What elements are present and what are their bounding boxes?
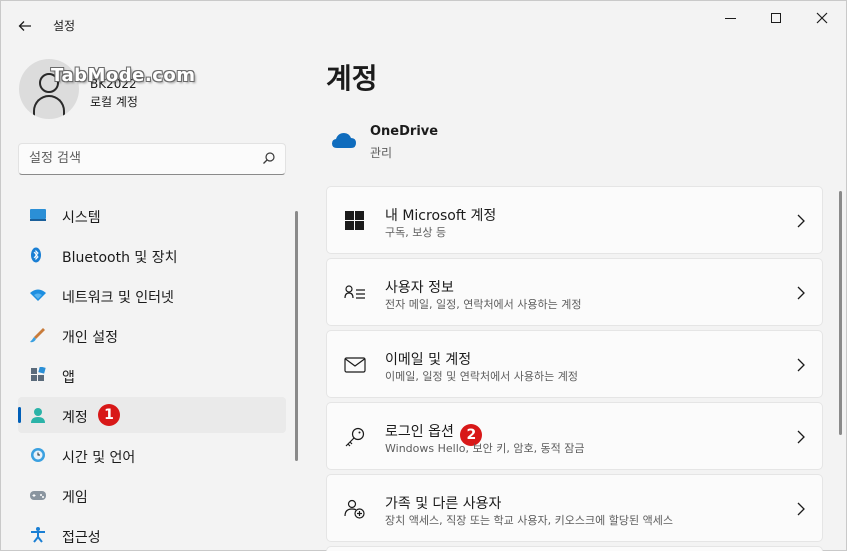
bluetooth-icon <box>31 247 41 263</box>
chevron-right-icon <box>797 286 805 300</box>
card-partial-next[interactable] <box>326 546 823 551</box>
mail-icon <box>344 357 366 373</box>
sidebar-item-label: Bluetooth 및 장치 <box>62 250 178 266</box>
step-badge-1: 1 <box>98 404 120 426</box>
title-bar: 설정 <box>1 1 846 49</box>
user-account-type: 로컬 계정 <box>90 95 138 109</box>
sidebar-item-system[interactable]: 시스템 <box>18 197 286 233</box>
card-subtitle: 구독, 보상 등 <box>385 226 447 239</box>
card-title: 이메일 및 계정 <box>385 352 472 368</box>
settings-card-list: 내 Microsoft 계정 구독, 보상 등 사용자 정보 전자 메일, 일정… <box>326 186 823 546</box>
card-subtitle: 장치 액세스, 직장 또는 학교 사용자, 키오스크에 할당된 액세스 <box>385 514 673 527</box>
card-user-info[interactable]: 사용자 정보 전자 메일, 일정, 연락처에서 사용하는 계정 <box>326 258 823 326</box>
maximize-icon <box>771 13 781 23</box>
sidebar-scrollbar[interactable] <box>295 211 298 461</box>
accessibility-icon <box>31 527 45 543</box>
card-family-other-users[interactable]: 가족 및 다른 사용자 장치 액세스, 직장 또는 학교 사용자, 키오스크에 … <box>326 474 823 542</box>
brush-icon <box>30 328 45 343</box>
card-subtitle: 전자 메일, 일정, 연락처에서 사용하는 계정 <box>385 298 582 311</box>
chevron-right-icon <box>797 358 805 372</box>
sidebar-item-accounts[interactable]: 계정 1 <box>18 397 286 433</box>
search-box[interactable] <box>18 143 286 175</box>
main-scrollbar[interactable] <box>839 191 842 435</box>
sidebar-item-label: 접근성 <box>62 530 101 546</box>
sidebar-item-apps[interactable]: 앱 <box>18 357 286 393</box>
maximize-button[interactable] <box>753 1 799 35</box>
card-title-text: 로그인 옵션 <box>385 424 454 440</box>
sidebar-item-label: 게임 <box>62 490 88 506</box>
sidebar-item-time-language[interactable]: 시간 및 언어 <box>18 437 286 473</box>
minimize-button[interactable] <box>707 1 753 35</box>
card-microsoft-account[interactable]: 내 Microsoft 계정 구독, 보상 등 <box>326 186 823 254</box>
sidebar-item-personalization[interactable]: 개인 설정 <box>18 317 286 353</box>
close-button[interactable] <box>799 1 845 35</box>
search-icon <box>263 152 275 164</box>
onedrive-icon <box>332 133 356 148</box>
time-language-icon <box>31 448 45 462</box>
arrow-left-icon <box>18 20 31 31</box>
card-email-accounts[interactable]: 이메일 및 계정 이메일, 일정 및 연락처에서 사용하는 계정 <box>326 330 823 398</box>
sidebar-item-accessibility[interactable]: 접근성 <box>18 517 286 551</box>
sidebar-item-label: 앱 <box>62 370 75 386</box>
apps-icon <box>31 367 46 381</box>
card-sign-in-options[interactable]: 로그인 옵션 2 Windows Hello, 보안 키, 암호, 동적 잠금 <box>326 402 823 470</box>
onedrive-manage-link[interactable]: 관리 <box>370 144 392 161</box>
avatar-body <box>33 95 65 117</box>
key-icon <box>345 427 365 447</box>
chevron-right-icon <box>797 214 805 228</box>
settings-window: 설정 BK2022 로컬 계정 TabMode.com 시스템 <box>0 0 847 551</box>
system-icon <box>30 209 46 221</box>
close-icon <box>816 12 828 24</box>
windows-logo-icon <box>345 211 364 230</box>
network-icon <box>30 289 46 301</box>
chevron-right-icon <box>797 430 805 444</box>
app-title: 설정 <box>53 19 76 33</box>
page-title: 계정 <box>326 62 378 95</box>
gaming-icon <box>30 491 46 500</box>
sidebar-item-label: 네트워크 및 인터넷 <box>62 290 174 306</box>
chevron-right-icon <box>797 502 805 516</box>
sidebar-item-label: 시간 및 언어 <box>62 450 136 466</box>
sidebar-item-network[interactable]: 네트워크 및 인터넷 <box>18 277 286 313</box>
user-info-icon <box>344 285 365 299</box>
account-icon <box>31 408 45 423</box>
card-title: 가족 및 다른 사용자 <box>385 496 502 512</box>
card-title: 내 Microsoft 계정 <box>385 208 497 224</box>
family-icon <box>344 499 365 519</box>
card-subtitle: Windows Hello, 보안 키, 암호, 동적 잠금 <box>385 442 585 455</box>
watermark: TabMode.com <box>51 65 196 86</box>
card-title: 사용자 정보 <box>385 280 454 296</box>
minimize-icon <box>724 17 736 19</box>
sidebar-nav: 시스템 Bluetooth 및 장치 네트워크 및 인터넷 개인 설정 앱 계정… <box>18 197 286 551</box>
sidebar-item-label: 개인 설정 <box>62 330 118 346</box>
card-subtitle: 이메일, 일정 및 연락처에서 사용하는 계정 <box>385 370 579 383</box>
sidebar-item-label: 시스템 <box>62 210 101 226</box>
sidebar-item-bluetooth[interactable]: Bluetooth 및 장치 <box>18 237 286 273</box>
sidebar-item-label: 계정 <box>62 410 88 426</box>
search-input[interactable] <box>29 151 249 166</box>
back-button[interactable] <box>11 13 39 37</box>
onedrive-title[interactable]: OneDrive <box>370 124 438 139</box>
sidebar-item-gaming[interactable]: 게임 <box>18 477 286 513</box>
